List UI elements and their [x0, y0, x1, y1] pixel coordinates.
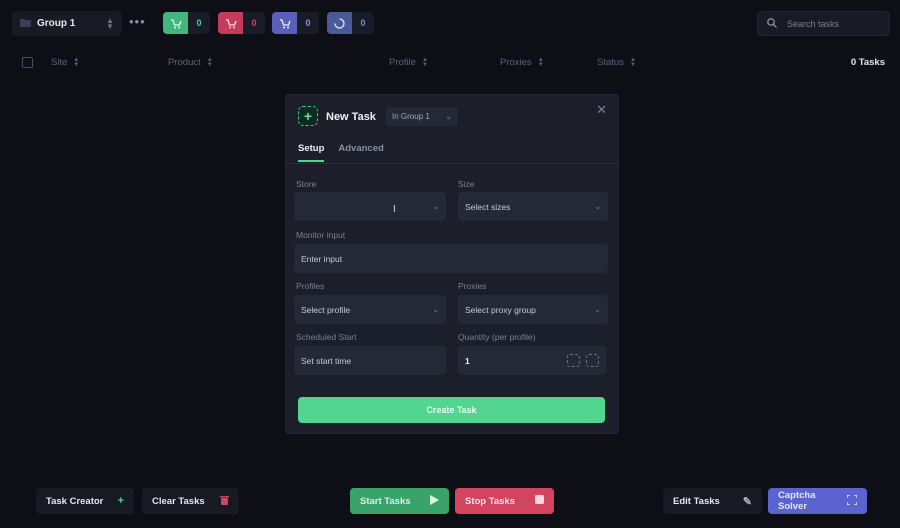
- group-chip-label: In Group 1: [392, 112, 430, 121]
- monitor-placeholder: Enter input: [301, 253, 343, 264]
- column-site[interactable]: Site ▲ ▼: [51, 56, 80, 69]
- close-icon[interactable]: ✕: [596, 102, 607, 118]
- stop-icon: [535, 495, 544, 507]
- search-icon: [767, 17, 777, 30]
- stop-tasks-button[interactable]: Stop Tasks: [455, 488, 554, 514]
- stat-running: 0: [327, 12, 374, 34]
- stat-queue: 0: [272, 12, 319, 34]
- size-value: Select sizes: [465, 201, 511, 212]
- group-selector[interactable]: Group 1 ▲ ▼: [12, 11, 122, 36]
- sort-icon: ▲ ▼: [206, 56, 213, 68]
- stat-queue-count: 0: [297, 12, 319, 34]
- edit-tasks-label: Edit Tasks: [673, 495, 720, 507]
- group-chip[interactable]: In Group 1 ⌄: [386, 107, 458, 126]
- profiles-label: Profiles: [296, 281, 325, 291]
- chevron-down-icon: ⌄: [432, 202, 439, 211]
- increment-icon[interactable]: [586, 354, 599, 367]
- monitor-label: Monitor input: [296, 230, 346, 240]
- start-tasks-label: Start Tasks: [360, 495, 411, 507]
- text-cursor-icon: I: [393, 204, 396, 215]
- top-bar: Group 1 ▲ ▼ ••• 0 0 0 0 Search tasks: [0, 0, 900, 48]
- sort-icon: ▲ ▼: [629, 56, 636, 68]
- divider: [286, 163, 618, 164]
- stat-failed: 0: [218, 12, 265, 34]
- task-creator-label: Task Creator: [46, 495, 104, 507]
- new-task-modal: + New Task In Group 1 ⌄ ✕ Setup Advanced…: [286, 95, 618, 433]
- task-count: 0 Tasks: [850, 57, 885, 68]
- size-label: Size: [458, 179, 475, 189]
- bottom-bar: Task Creator + Clear Tasks Start Tasks S…: [0, 484, 900, 520]
- captcha-solver-button[interactable]: Captcha Solver: [768, 488, 867, 514]
- trash-icon: [220, 495, 229, 508]
- clear-tasks-button[interactable]: Clear Tasks: [142, 488, 239, 514]
- schedule-label: Scheduled Start: [296, 332, 357, 342]
- column-product[interactable]: Product ▲ ▼: [168, 56, 213, 69]
- group-name: Group 1: [37, 18, 76, 29]
- stat-failed-count: 0: [243, 12, 265, 34]
- search-box[interactable]: Search tasks: [757, 11, 890, 36]
- stat-running-count: 0: [352, 12, 374, 34]
- column-profile-label: Profile: [389, 57, 416, 68]
- start-tasks-button[interactable]: Start Tasks: [350, 488, 449, 514]
- cart-x-icon: [218, 12, 243, 34]
- loading-icon: [327, 12, 352, 34]
- column-proxies-label: Proxies: [500, 57, 532, 68]
- chevron-down-icon: ⌄: [445, 112, 452, 121]
- search-input[interactable]: Search tasks: [787, 19, 839, 29]
- quantity-buttons: [567, 354, 599, 367]
- sort-icon: ▲ ▼: [421, 56, 428, 68]
- proxies-select[interactable]: Select proxy group ⌄: [458, 295, 608, 324]
- decrement-icon[interactable]: [567, 354, 580, 367]
- task-table-header: Site ▲ ▼ Product ▲ ▼ Profile ▲ ▼ Proxies ▲ ▼ Sta…: [0, 52, 900, 72]
- tab-advanced[interactable]: Advanced: [338, 143, 383, 162]
- pencil-icon: ✎: [742, 495, 752, 508]
- modal-tabs: Setup Advanced: [298, 143, 384, 162]
- column-proxies[interactable]: Proxies ▲ ▼: [500, 56, 544, 69]
- expand-icon: [846, 493, 858, 508]
- schedule-placeholder: Set start time: [301, 355, 352, 366]
- quantity-stepper[interactable]: 1: [458, 346, 606, 375]
- cart-check-icon: [163, 12, 188, 34]
- chevron-down-icon: ⌄: [432, 305, 439, 314]
- proxies-label: Proxies: [458, 281, 487, 291]
- column-site-label: Site: [51, 57, 68, 68]
- edit-tasks-button[interactable]: Edit Tasks ✎: [663, 488, 762, 514]
- store-label: Store: [296, 179, 317, 189]
- modal-header: + New Task In Group 1 ⌄ ✕: [286, 95, 618, 139]
- profiles-value: Select profile: [301, 304, 351, 315]
- updown-chevron-icon: ▲ ▼: [106, 15, 114, 31]
- captcha-solver-label: Captcha Solver: [778, 490, 816, 512]
- plus-icon: +: [117, 495, 124, 507]
- create-task-button[interactable]: Create Task: [298, 397, 605, 423]
- store-select[interactable]: ⌄: [294, 192, 446, 221]
- chevron-down-icon: ⌄: [594, 202, 601, 211]
- proxies-value: Select proxy group: [465, 304, 536, 315]
- stat-success: 0: [163, 12, 210, 34]
- stat-success-count: 0: [188, 12, 210, 34]
- column-profile[interactable]: Profile ▲ ▼: [389, 56, 428, 69]
- play-icon: [430, 494, 439, 508]
- folder-icon: [20, 18, 31, 30]
- chevron-down-icon: ⌄: [594, 305, 601, 314]
- stop-tasks-label: Stop Tasks: [465, 495, 515, 507]
- more-options-icon[interactable]: •••: [129, 14, 146, 29]
- profiles-select[interactable]: Select profile ⌄: [294, 295, 446, 324]
- size-select[interactable]: Select sizes ⌄: [458, 192, 608, 221]
- clear-tasks-label: Clear Tasks: [152, 495, 205, 507]
- task-creator-button[interactable]: Task Creator +: [36, 488, 134, 514]
- column-product-label: Product: [168, 57, 201, 68]
- modal-title: New Task: [326, 111, 376, 123]
- sort-icon: ▲ ▼: [537, 56, 544, 68]
- tab-setup[interactable]: Setup: [298, 143, 325, 162]
- select-all-checkbox[interactable]: [22, 57, 33, 68]
- column-status-label: Status: [597, 57, 624, 68]
- plus-icon: +: [298, 106, 318, 126]
- monitor-input[interactable]: Enter input: [294, 244, 608, 273]
- schedule-input[interactable]: Set start time: [294, 346, 446, 375]
- cart-clock-icon: [272, 12, 297, 34]
- column-status[interactable]: Status ▲ ▼: [597, 56, 636, 69]
- sort-icon: ▲ ▼: [73, 56, 80, 68]
- quantity-label: Quantity (per profile): [458, 332, 536, 342]
- quantity-value: 1: [465, 355, 470, 366]
